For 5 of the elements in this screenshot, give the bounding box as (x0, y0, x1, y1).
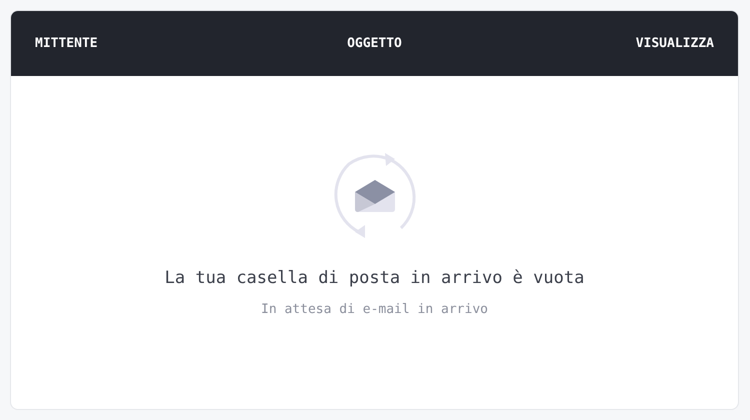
empty-inbox-title: La tua casella di posta in arrivo è vuota (164, 267, 584, 290)
column-header: VISUALIZZA (634, 34, 714, 53)
column-header: MITTENTE (35, 34, 99, 53)
empty-inbox-subtitle: In attesa di e-mail in arrivo (261, 300, 488, 318)
column-header: OGGETTO (346, 34, 403, 53)
